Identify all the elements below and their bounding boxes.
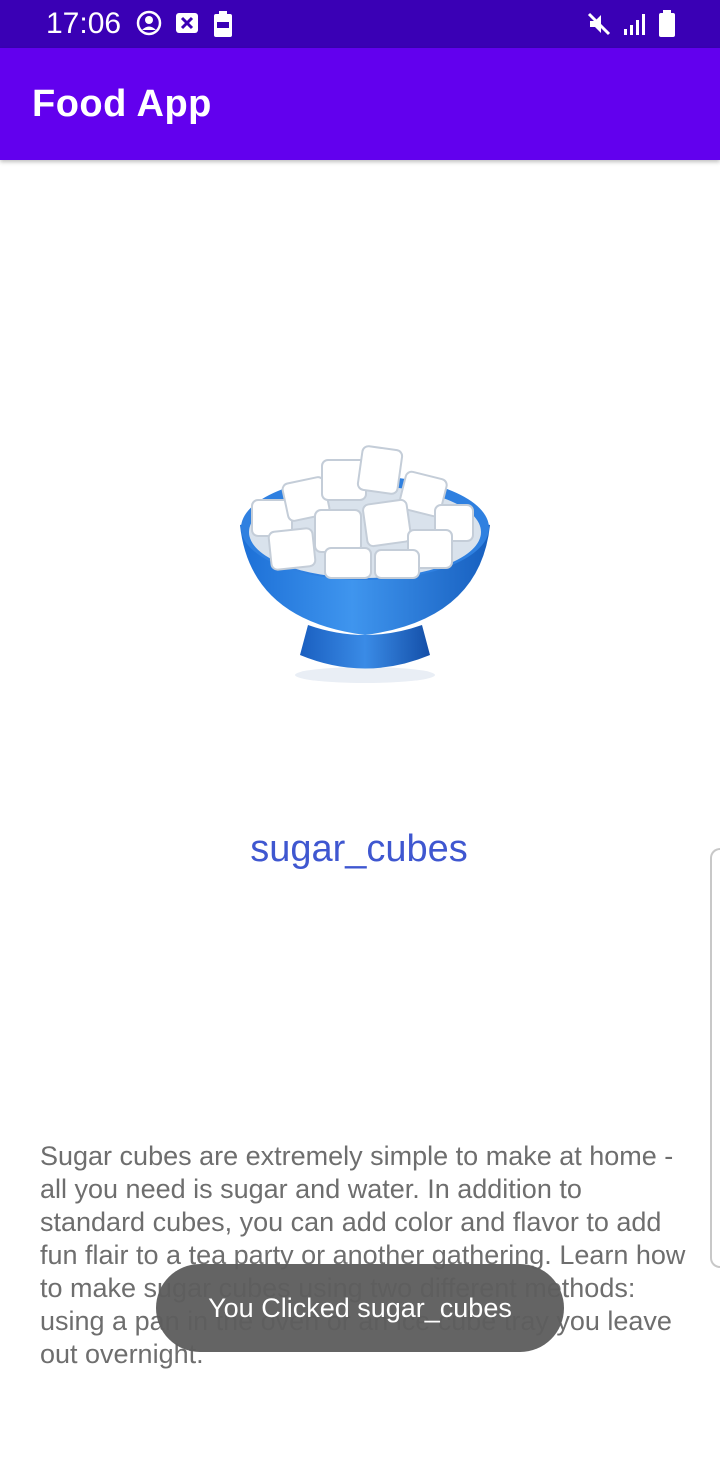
signal-icon xyxy=(622,11,648,37)
status-system-icons xyxy=(586,10,676,38)
mute-icon xyxy=(586,11,612,37)
scroll-handle[interactable] xyxy=(710,848,720,1268)
status-notification-icons xyxy=(136,10,234,38)
account-circle-icon xyxy=(136,10,162,38)
food-name: sugar_cubes xyxy=(250,828,468,870)
battery-saver-icon xyxy=(212,10,234,38)
battery-icon xyxy=(658,10,676,38)
app-bar: Food App xyxy=(0,48,720,160)
app-title: Food App xyxy=(32,83,212,125)
toast-message: You Clicked sugar_cubes xyxy=(156,1264,564,1352)
status-time: 17:06 xyxy=(46,7,122,40)
status-bar: 17:06 xyxy=(0,0,720,48)
close-box-icon xyxy=(174,10,200,38)
sugar-cubes-bowl-icon xyxy=(230,430,500,690)
